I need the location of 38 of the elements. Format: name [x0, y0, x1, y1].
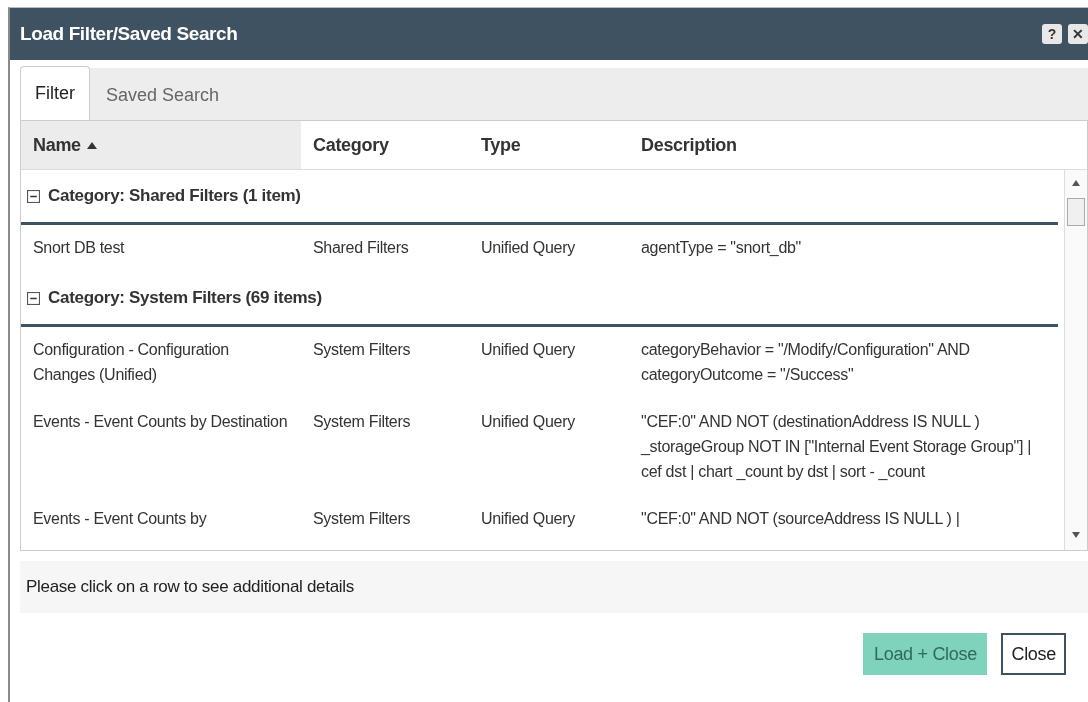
table-cell-text: categoryBehavior = "/Modify/Configuration" AND categoryOutcome = "/Success" [640, 340, 971, 385]
table-cell-text: Unified Query [480, 238, 576, 258]
column-header[interactable]: Category [301, 121, 469, 169]
collapse-icon[interactable] [27, 291, 40, 305]
tab[interactable]: Saved Search [90, 70, 236, 120]
group-header[interactable]: Category: System Filters (69 items) [21, 272, 1058, 327]
table-cell-text: Snort DB test [32, 238, 126, 258]
table-cell-text: Events - Event Counts by Destination [32, 412, 289, 432]
group-header[interactable]: Category: Shared Filters (1 item) [21, 170, 1058, 225]
group-label: Category: Shared Filters (1 item) [48, 186, 301, 206]
table-cell-text: System Filters [312, 509, 412, 529]
table-cell-text: System Filters [312, 412, 412, 432]
window-title: Load Filter/Saved Search [20, 23, 239, 45]
help-button[interactable]: ? [1042, 24, 1062, 44]
tab[interactable]: Filter [20, 66, 90, 120]
table-cell-text: Unified Query [480, 509, 576, 529]
close-button[interactable]: Close [1001, 633, 1066, 675]
table-cell-text: "CEF:0" AND NOT (sourceAddress IS NULL ) | [640, 509, 961, 529]
collapse-icon[interactable] [27, 189, 40, 203]
scroll-down-icon[interactable] [1072, 532, 1080, 538]
table-cell-text: System Filters [312, 340, 412, 360]
table-cell-text: "CEF:0" AND NOT (destinationAddress IS NULL ) _storageGroup NOT IN ["Internal Event Storage Group"] | cef dst | chart _count by dst | sort - _count [639, 412, 1033, 482]
column-header[interactable]: Description [629, 121, 1087, 169]
table-cell-text: agentType = "snort_db" [640, 238, 802, 258]
table-cell-text: Events - Event Counts by [32, 509, 208, 529]
status-text: Please click on a row to see additional details [26, 577, 354, 597]
column-header[interactable]: Type [469, 121, 629, 169]
sort-ascending-icon [86, 141, 97, 149]
column-header[interactable]: Name [21, 121, 301, 169]
table-cell-text: Shared Filters [312, 238, 410, 258]
scroll-thumb[interactable] [1067, 198, 1085, 226]
scroll-up-icon[interactable] [1072, 180, 1080, 186]
group-label: Category: System Filters (69 items) [48, 288, 322, 308]
close-button[interactable]: ✕ [1068, 24, 1088, 44]
scrollbar[interactable] [1064, 170, 1087, 550]
table-cell-text: Unified Query [480, 340, 576, 360]
table-cell-text: Configuration - Configuration Changes (Unified) [32, 340, 230, 385]
table-cell-text: Unified Query [480, 412, 576, 432]
